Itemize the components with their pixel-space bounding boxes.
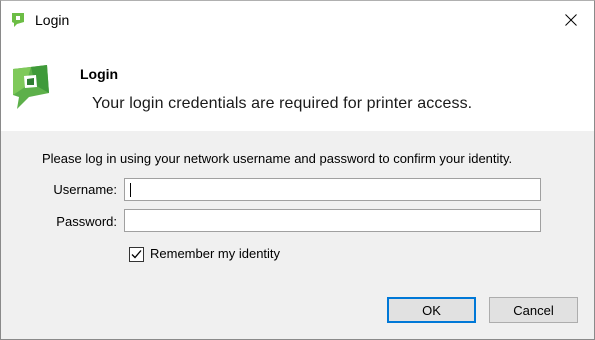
username-input[interactable] [124, 178, 541, 201]
close-button[interactable] [548, 1, 594, 39]
password-input[interactable] [124, 209, 541, 232]
login-dialog: Login Login Your login credentials are r… [0, 0, 595, 340]
password-label: Password: [56, 214, 117, 229]
window-title: Login [35, 12, 70, 28]
dialog-header: Login Your login credentials are require… [1, 39, 594, 131]
app-icon [11, 12, 25, 28]
intro-text: Please log in using your network usernam… [42, 151, 513, 166]
dialog-body: Please log in using your network usernam… [1, 131, 594, 339]
header-subtitle: Your login credentials are required for … [92, 95, 473, 112]
header-title: Login [80, 66, 119, 82]
remember-identity-label: Remember my identity [150, 246, 281, 261]
checkmark-icon [131, 250, 142, 259]
title-bar: Login [1, 1, 594, 39]
printer-logo-icon [11, 63, 51, 111]
text-caret [130, 183, 131, 197]
checkbox-box[interactable] [129, 247, 144, 262]
username-label: Username: [53, 182, 117, 197]
cancel-button[interactable]: Cancel [489, 297, 578, 323]
ok-button[interactable]: OK [387, 297, 476, 323]
close-icon [565, 14, 577, 26]
